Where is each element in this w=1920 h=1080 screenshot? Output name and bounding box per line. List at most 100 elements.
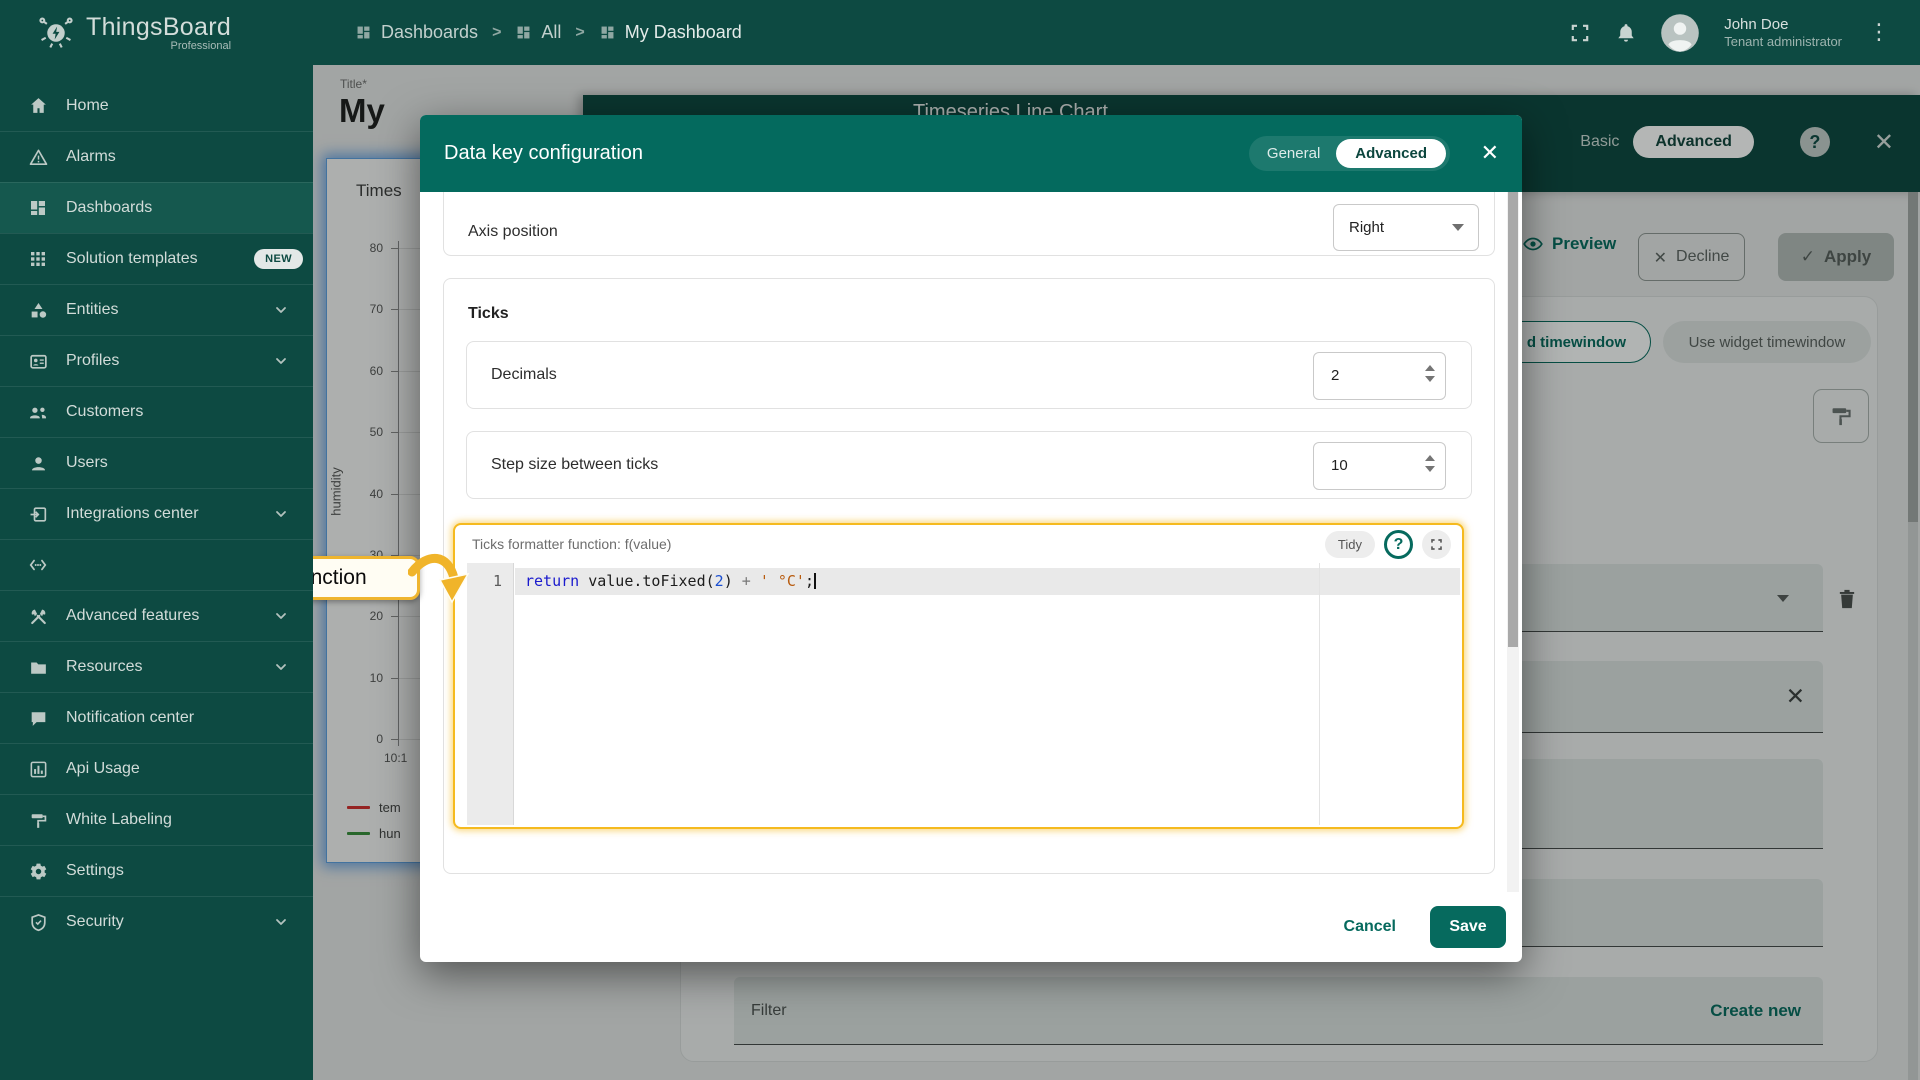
notifications-bell-icon[interactable]: [1614, 21, 1638, 45]
thingsboard-logo-icon: [36, 13, 76, 53]
step-size-stepper[interactable]: [1425, 455, 1435, 472]
dialog-title: Data key configuration: [444, 142, 643, 165]
dialog-body: Axis position Right Ticks Decimals 2 Ste…: [420, 192, 1522, 892]
breadcrumb-separator: >: [492, 24, 501, 42]
sidebar-item-integrations-center[interactable]: Integrations center: [0, 488, 313, 539]
code-token-plain: value.toFixed(: [579, 572, 714, 590]
integrations-center-icon: [27, 503, 49, 525]
resources-icon: [27, 656, 49, 678]
dashboard-tiles-icon: [599, 24, 616, 41]
sidebar-item-entities[interactable]: Entities: [0, 284, 313, 335]
dialog-close-icon[interactable]: ✕: [1481, 141, 1499, 166]
customers-icon: [27, 401, 49, 423]
logo-subtitle: Professional: [86, 40, 231, 52]
decimals-input[interactable]: 2: [1313, 352, 1446, 400]
dialog-header: Data key configuration General Advanced …: [420, 115, 1522, 192]
dashboards-icon: [27, 197, 49, 219]
sidebar-item-users[interactable]: Users: [0, 437, 313, 488]
sidebar-item-solution-templates[interactable]: Solution templatesNEW: [0, 233, 313, 284]
sidebar-item-white-labeling[interactable]: White Labeling: [0, 794, 313, 845]
print-margin-line: [1319, 563, 1320, 825]
decimals-row: Decimals 2: [466, 341, 1472, 409]
sidebar-item-resources[interactable]: Resources: [0, 641, 313, 692]
profiles-icon: [27, 350, 49, 372]
ticks-heading: Ticks: [468, 305, 509, 323]
code-token-keyword: return: [525, 572, 579, 590]
code-token-plain: [751, 572, 760, 590]
code-token-plain: ;: [805, 572, 814, 590]
axis-position-row: Axis position Right: [443, 192, 1495, 256]
breadcrumb-item-my-dashboard[interactable]: My Dashboard: [599, 22, 742, 43]
new-badge: NEW: [254, 249, 303, 269]
rule-chains-icon: [27, 554, 49, 576]
chevron-down-icon: [271, 606, 291, 626]
step-size-value: 10: [1331, 457, 1348, 474]
axis-position-select[interactable]: Right: [1333, 204, 1479, 251]
data-key-configuration-dialog: Data key configuration General Advanced …: [420, 115, 1522, 962]
line-number: 1: [493, 572, 502, 590]
step-size-row: Step size between ticks 10: [466, 431, 1472, 499]
editor-gutter: 1: [467, 563, 514, 825]
breadcrumb: Dashboards > All > My Dashboard: [355, 0, 742, 65]
notification-center-icon: [27, 707, 49, 729]
dashboard-tiles-icon: [515, 24, 532, 41]
code-line: return value.toFixed(2) + ' °C';: [525, 572, 816, 590]
sidebar-item-rule-chains[interactable]: [0, 539, 313, 590]
chevron-down-icon: [271, 300, 291, 320]
sidebar-item-home[interactable]: Home: [0, 80, 313, 131]
sidebar: HomeAlarmsDashboardsSolution templatesNE…: [0, 65, 313, 1080]
user-info: John Doe Tenant administrator: [1724, 16, 1842, 50]
topbar-actions: John Doe Tenant administrator ⋮: [1568, 0, 1894, 65]
dialog-mode-tabs: General Advanced: [1249, 136, 1450, 171]
code-token-operator: +: [742, 572, 751, 590]
formatter-help-icon[interactable]: ?: [1384, 530, 1413, 559]
sidebar-item-alarms[interactable]: Alarms: [0, 131, 313, 182]
entities-icon: [27, 299, 49, 321]
users-icon: [27, 452, 49, 474]
user-name: John Doe: [1724, 16, 1842, 34]
fullscreen-icon[interactable]: [1568, 21, 1592, 45]
dialog-scrollbar[interactable]: [1507, 192, 1519, 892]
chevron-down-icon: [271, 351, 291, 371]
ticks-formatter-section: Ticks formatter function: f(value) Tidy …: [453, 523, 1464, 829]
tab-general[interactable]: General: [1251, 139, 1336, 168]
tab-advanced[interactable]: Advanced: [1336, 139, 1446, 168]
thingsboard-logo[interactable]: ThingsBoard Professional: [36, 13, 231, 53]
cancel-button[interactable]: Cancel: [1330, 908, 1410, 946]
user-avatar[interactable]: [1660, 13, 1700, 53]
security-icon: [27, 911, 49, 933]
dashboard-tiles-icon: [355, 24, 372, 41]
text-cursor: [814, 573, 816, 589]
chevron-down-icon: [271, 657, 291, 677]
sidebar-item-notification-center[interactable]: Notification center: [0, 692, 313, 743]
logo-title: ThingsBoard: [86, 14, 231, 40]
sidebar-item-api-usage[interactable]: Api Usage: [0, 743, 313, 794]
sidebar-item-dashboards[interactable]: Dashboards: [0, 182, 313, 233]
alarms-icon: [27, 146, 49, 168]
save-button[interactable]: Save: [1430, 906, 1506, 948]
sidebar-item-profiles[interactable]: Profiles: [0, 335, 313, 386]
chevron-down-icon: [271, 912, 291, 932]
code-editor[interactable]: 1 return value.toFixed(2) + ' °C';: [457, 563, 1460, 825]
step-size-label: Step size between ticks: [491, 456, 658, 474]
breadcrumb-item-dashboards[interactable]: Dashboards: [355, 22, 478, 43]
code-token-string: ' °C': [760, 572, 805, 590]
code-token-number: 2: [715, 572, 724, 590]
solution-templates-icon: [27, 248, 49, 270]
api-usage-icon: [27, 758, 49, 780]
tidy-button[interactable]: Tidy: [1325, 531, 1375, 558]
breadcrumb-item-all[interactable]: All: [515, 22, 561, 43]
sidebar-item-settings[interactable]: Settings: [0, 845, 313, 896]
screen: ThingsBoard Professional Dashboards > All >…: [0, 0, 1920, 1080]
formatter-fullscreen-icon[interactable]: [1422, 530, 1451, 559]
ticks-section: Ticks Decimals 2 Step size between ticks…: [443, 278, 1495, 874]
sidebar-item-advanced-features[interactable]: Advanced features: [0, 590, 313, 641]
sidebar-item-security[interactable]: Security: [0, 896, 313, 947]
step-size-input[interactable]: 10: [1313, 442, 1446, 490]
decimals-stepper[interactable]: [1425, 365, 1435, 382]
sidebar-item-customers[interactable]: Customers: [0, 386, 313, 437]
white-labeling-icon: [27, 809, 49, 831]
breadcrumb-separator: >: [575, 24, 584, 42]
home-icon: [27, 95, 49, 117]
more-menu-icon[interactable]: ⋮: [1864, 22, 1894, 44]
